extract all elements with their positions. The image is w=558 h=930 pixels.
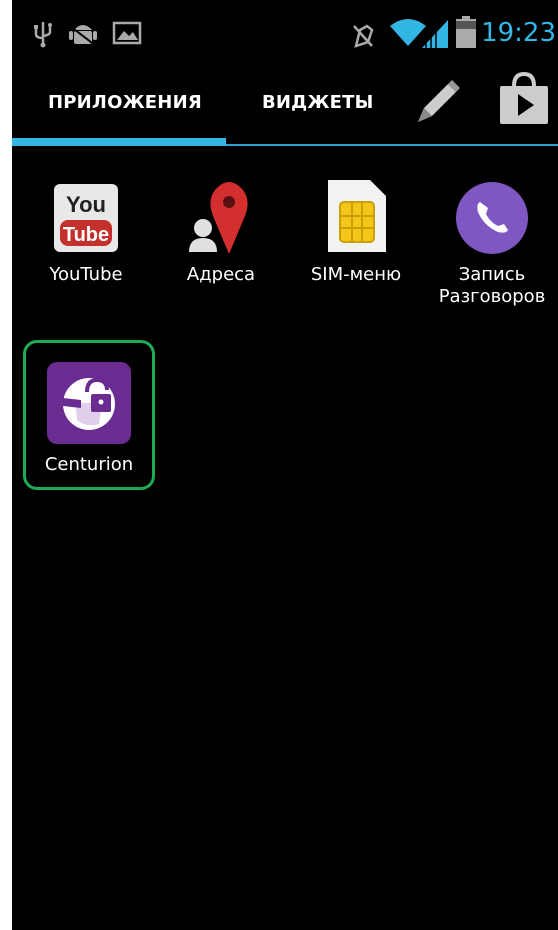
mute-icon xyxy=(350,22,376,52)
centurion-lock-icon xyxy=(47,362,131,444)
status-bar: 19:23 xyxy=(12,0,558,70)
pencil-icon[interactable] xyxy=(414,78,460,130)
youtube-icon-text-top: You xyxy=(66,192,106,217)
app-label: Centurion xyxy=(44,454,134,475)
wifi-icon xyxy=(390,18,426,52)
signal-icon xyxy=(422,20,448,52)
play-store-icon[interactable] xyxy=(498,71,550,130)
sim-card-icon xyxy=(320,180,392,254)
app-call-recorder[interactable]: Запись Разговоров xyxy=(422,182,558,308)
app-youtube[interactable]: You Tube YouTube xyxy=(16,182,156,286)
app-maps[interactable]: Адреса xyxy=(151,182,291,286)
status-clock: 19:23 xyxy=(481,18,556,48)
drawer-tabs: ПРИЛОЖЕНИЯ ВИДЖЕТЫ xyxy=(12,70,558,148)
app-drawer-screen: 19:23 ПРИЛОЖЕНИЯ ВИДЖЕТЫ You Tube YouTub… xyxy=(12,0,558,930)
call-recorder-icon xyxy=(456,182,528,254)
tab-widgets[interactable]: ВИДЖЕТЫ xyxy=(262,92,373,113)
android-debug-icon xyxy=(68,20,98,52)
app-label-line2: Разговоров xyxy=(438,286,546,307)
app-label: Адреса xyxy=(186,264,256,285)
youtube-icon-text-bottom: Tube xyxy=(63,224,109,246)
app-centurion[interactable]: Centurion xyxy=(19,362,159,476)
active-tab-indicator xyxy=(12,138,226,146)
image-notification-icon xyxy=(112,20,142,50)
maps-icon xyxy=(185,182,257,254)
usb-icon xyxy=(32,20,54,52)
app-label: SIM-меню xyxy=(310,264,402,285)
tab-apps[interactable]: ПРИЛОЖЕНИЯ xyxy=(48,92,202,113)
battery-icon xyxy=(456,16,476,52)
youtube-icon: You Tube xyxy=(50,182,122,254)
app-label: YouTube xyxy=(49,264,123,285)
app-label-line1: Запись xyxy=(458,264,526,285)
tab-divider xyxy=(226,144,558,146)
app-sim-menu[interactable]: SIM-меню xyxy=(286,180,426,286)
